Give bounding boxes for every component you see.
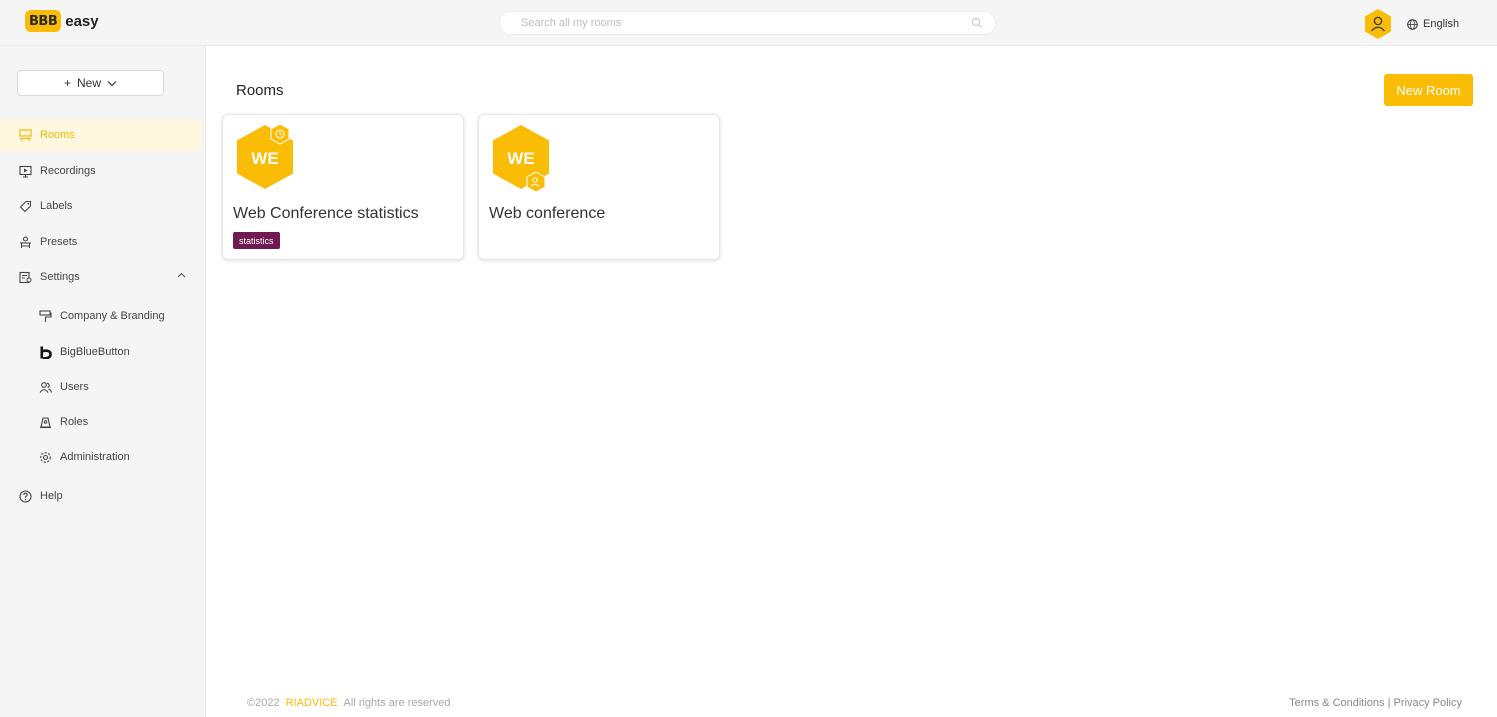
- room-card[interactable]: WE Web Conference statistics statistics: [222, 114, 464, 260]
- help-icon: [18, 489, 32, 503]
- sidebar-item-label: Presets: [40, 236, 78, 248]
- tag-icon: [18, 199, 32, 213]
- sidebar-item-label: Rooms: [40, 129, 75, 141]
- search-bar[interactable]: [499, 11, 996, 35]
- language-selector[interactable]: English: [1407, 18, 1459, 30]
- search-icon[interactable]: [971, 17, 983, 29]
- room-name: Web Conference statistics: [233, 205, 419, 222]
- roles-icon: [38, 415, 52, 429]
- footer-separator: |: [1387, 697, 1391, 709]
- bigbluebutton-icon: [38, 345, 52, 359]
- chevron-down-icon: [107, 80, 117, 86]
- terms-link[interactable]: Terms & Conditions: [1289, 697, 1384, 709]
- sidebar-item-label: Recordings: [40, 165, 96, 177]
- sidebar-item-label: Users: [60, 381, 89, 393]
- chevron-up-icon[interactable]: [177, 272, 186, 278]
- settings-icon: [18, 270, 32, 284]
- sidebar-item-label: Company & Branding: [60, 310, 165, 322]
- user-avatar-icon[interactable]: [1364, 8, 1392, 40]
- logo-text: easy: [65, 12, 99, 30]
- room-name: Web conference: [489, 205, 606, 222]
- paint-roller-icon: [38, 309, 52, 323]
- sidebar: + New Rooms Recordings Labels Presets Se…: [0, 46, 206, 717]
- sidebar-item-administration[interactable]: Administration: [0, 441, 202, 473]
- new-button[interactable]: + New: [17, 70, 164, 96]
- new-button-label: New: [77, 76, 102, 90]
- globe-icon: [1407, 18, 1418, 30]
- sidebar-item-presets[interactable]: Presets: [0, 226, 202, 258]
- top-bar: BBB easy English: [0, 0, 1497, 46]
- sidebar-item-label: Administration: [60, 451, 130, 463]
- rooms-icon: [18, 128, 32, 142]
- sidebar-item-bigbluebutton[interactable]: BigBlueButton: [0, 336, 202, 368]
- sidebar-item-settings[interactable]: Settings: [0, 261, 202, 293]
- footer-links: Terms & Conditions | Privacy Policy: [1289, 697, 1462, 709]
- sidebar-item-recordings[interactable]: Recordings: [0, 155, 202, 187]
- users-icon: [38, 380, 52, 394]
- copyright-year: ©2022: [247, 697, 280, 709]
- plus-icon: +: [63, 76, 71, 90]
- presets-icon: [18, 235, 32, 249]
- sidebar-item-company-branding[interactable]: Company & Branding: [0, 300, 202, 332]
- sidebar-item-rooms[interactable]: Rooms: [0, 119, 202, 151]
- room-initials: WE: [251, 149, 278, 168]
- footer-brand-link[interactable]: RIADVICE: [286, 697, 338, 709]
- page-title: Rooms: [236, 82, 284, 99]
- privacy-link[interactable]: Privacy Policy: [1394, 697, 1462, 709]
- sidebar-item-help[interactable]: Help: [0, 480, 202, 512]
- sidebar-item-users[interactable]: Users: [0, 371, 202, 403]
- sidebar-item-label: Settings: [40, 271, 80, 283]
- app-logo[interactable]: BBB easy: [25, 10, 99, 32]
- gear-icon: [38, 450, 52, 464]
- room-tag: statistics: [233, 232, 280, 249]
- clock-icon: [270, 123, 290, 145]
- language-label: English: [1423, 18, 1460, 30]
- room-card[interactable]: WE Web conference: [478, 114, 720, 260]
- new-room-button[interactable]: New Room: [1384, 74, 1473, 106]
- search-input[interactable]: [521, 17, 971, 29]
- rights-text: All rights are reserved: [343, 697, 451, 709]
- sidebar-item-roles[interactable]: Roles: [0, 406, 202, 438]
- footer-copyright: ©2022 RIADVICE All rights are reserved: [247, 697, 451, 709]
- sidebar-item-label: Roles: [60, 416, 89, 428]
- sidebar-item-label: Labels: [40, 200, 73, 212]
- user-icon: [526, 171, 546, 193]
- sidebar-item-label: BigBlueButton: [60, 346, 130, 358]
- logo-mark: BBB: [25, 10, 62, 32]
- sidebar-item-labels[interactable]: Labels: [0, 190, 202, 222]
- sidebar-item-label: Help: [40, 490, 63, 502]
- recordings-icon: [18, 164, 32, 178]
- room-initials: WE: [507, 149, 534, 168]
